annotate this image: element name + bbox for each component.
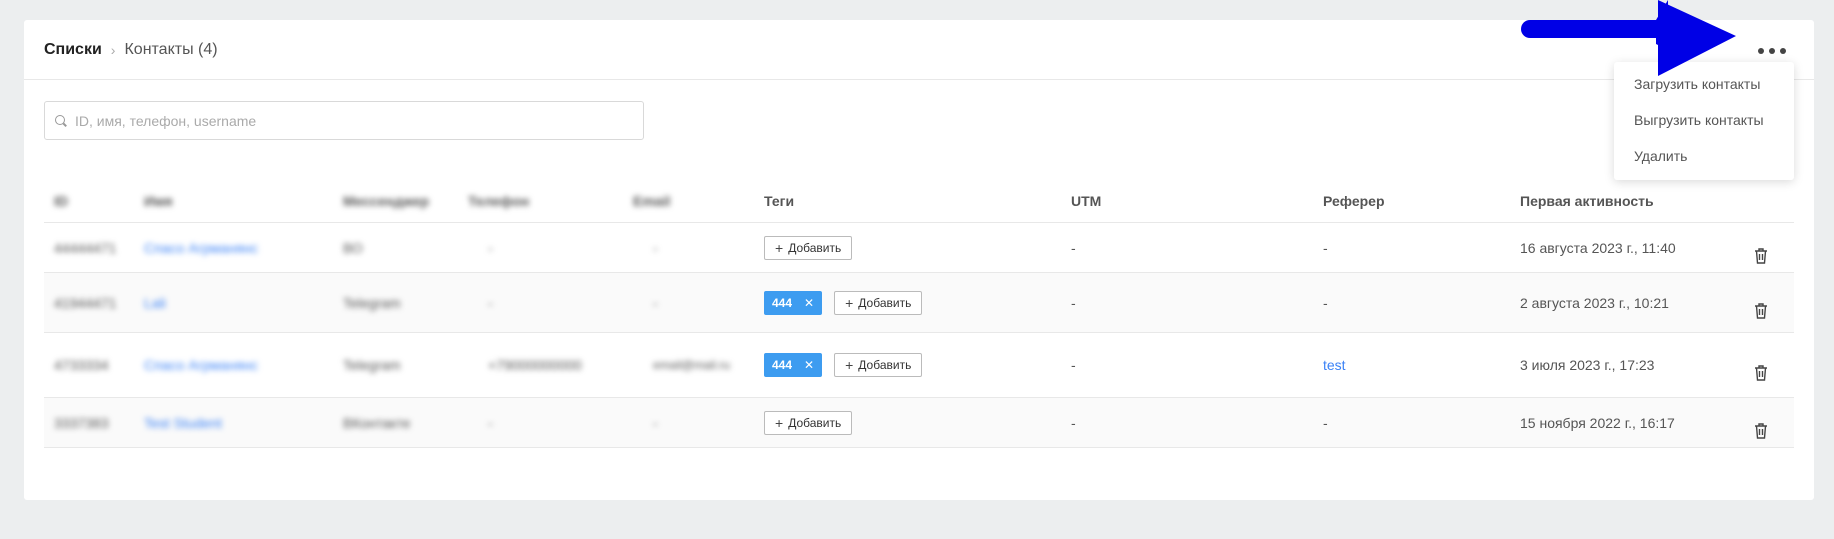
contacts-table: ID Имя Мессенджер Телефон Email Теги UTM… (44, 180, 1794, 448)
header-phone: Телефон (468, 193, 530, 209)
cell-phone: +79000000000 (488, 357, 582, 373)
header-email: Email (633, 193, 671, 209)
cell-phone: - (488, 414, 493, 431)
trash-icon[interactable] (1754, 422, 1834, 439)
cell-tags: + Добавить (764, 410, 853, 435)
add-tag-button[interactable]: + Добавить (764, 235, 853, 260)
cell-first-activity: 3 июля 2023 г., 17:23 (1520, 357, 1655, 373)
dot-icon (1769, 48, 1775, 54)
cell-messenger: Telegram (343, 294, 401, 311)
dot-icon (1780, 48, 1786, 54)
cell-tags: + Добавить (764, 235, 853, 260)
cell-referrer: - (1323, 239, 1328, 256)
cell-referrer-link[interactable]: test (1323, 357, 1346, 373)
remove-tag-icon[interactable]: ✕ (804, 358, 814, 372)
header-tags: Теги (764, 193, 795, 209)
cell-id: 4733334 (54, 357, 109, 373)
cell-referrer: - (1323, 414, 1328, 431)
header-first-activity: Первая активность (1520, 193, 1654, 209)
trash-icon[interactable] (1754, 247, 1834, 264)
cell-email: email@mail.ru (653, 358, 730, 372)
table-row[interactable]: 4733334 Спасо Агрманянс Telegram +790000… (44, 333, 1794, 398)
cell-tags: 444 ✕ + Добавить (764, 290, 923, 315)
add-tag-button[interactable]: + Добавить (764, 410, 853, 435)
remove-tag-icon[interactable]: ✕ (804, 296, 814, 310)
header-messenger: Мессенджер (343, 193, 430, 209)
cell-first-activity: 15 ноября 2022 г., 16:17 (1520, 414, 1675, 431)
cell-id: 41944471 (54, 294, 117, 311)
cell-tags: 444 ✕ + Добавить (764, 353, 923, 377)
cell-email: - (653, 239, 658, 256)
cell-referrer: - (1323, 294, 1328, 311)
plus-icon: + (775, 239, 784, 256)
search-box (44, 101, 644, 140)
cell-name-link[interactable]: Спасо Агрманянс (144, 357, 258, 373)
header-id: ID (54, 193, 68, 209)
breadcrumb-separator-icon: › (110, 41, 116, 58)
cell-name-link[interactable]: Lali (144, 295, 166, 311)
cell-email: - (653, 294, 658, 311)
add-tag-button[interactable]: + Добавить (834, 290, 923, 315)
table-header: ID Имя Мессенджер Телефон Email Теги UTM… (44, 180, 1794, 223)
plus-icon: + (775, 414, 784, 431)
cell-phone: - (488, 294, 493, 311)
cell-messenger: ВКонтакте (343, 414, 411, 431)
dot-icon (1758, 48, 1764, 54)
trash-icon[interactable] (1754, 302, 1834, 319)
cell-messenger: ВО (343, 239, 363, 256)
tag-badge: 444 ✕ (764, 290, 823, 315)
header-utm: UTM (1071, 193, 1102, 209)
contacts-card: Списки › Контакты (4) ID Имя Мессенджер … (24, 20, 1814, 500)
table-row[interactable]: 41944471 Lali Telegram - - 444 ✕ + Добавит… (44, 273, 1794, 333)
cell-id: 44444471 (54, 239, 117, 256)
tag-badge: 444 ✕ (764, 353, 823, 377)
cell-messenger: Telegram (343, 357, 401, 373)
search-icon (55, 114, 67, 127)
add-tag-button[interactable]: + Добавить (834, 353, 923, 377)
cell-phone: - (488, 239, 493, 256)
menu-item-delete[interactable]: Удалить (1614, 138, 1794, 174)
plus-icon: + (845, 357, 854, 373)
cell-first-activity: 16 августа 2023 г., 11:40 (1520, 239, 1676, 256)
arrow-pointer-icon (1521, 0, 1736, 76)
cell-utm: - (1071, 357, 1076, 373)
breadcrumb-current: Контакты (4) (124, 40, 218, 58)
trash-icon[interactable] (1754, 365, 1834, 381)
cell-utm: - (1071, 239, 1076, 256)
cell-id: 3337383 (54, 414, 109, 431)
more-options-icon[interactable] (1758, 42, 1786, 60)
cell-first-activity: 2 августа 2023 г., 10:21 (1520, 294, 1669, 311)
cell-email: - (653, 414, 658, 431)
cell-utm: - (1071, 414, 1076, 431)
table-row[interactable]: 44444471 Спасо Агрманянс ВО - - + Добавит… (44, 223, 1794, 273)
cell-name-link[interactable]: Test Student (144, 415, 222, 431)
breadcrumb-root[interactable]: Списки (44, 41, 102, 59)
cell-utm: - (1071, 294, 1076, 311)
menu-item-export-contacts[interactable]: Выгрузить контакты (1614, 102, 1794, 138)
cell-name-link[interactable]: Спасо Агрманянс (144, 240, 258, 256)
table-row[interactable]: 3337383 Test Student ВКонтакте - - + Доба… (44, 398, 1794, 448)
search-input[interactable] (75, 112, 615, 129)
plus-icon: + (845, 294, 854, 311)
header-name: Имя (144, 193, 173, 209)
header-referrer: Реферер (1323, 193, 1385, 209)
